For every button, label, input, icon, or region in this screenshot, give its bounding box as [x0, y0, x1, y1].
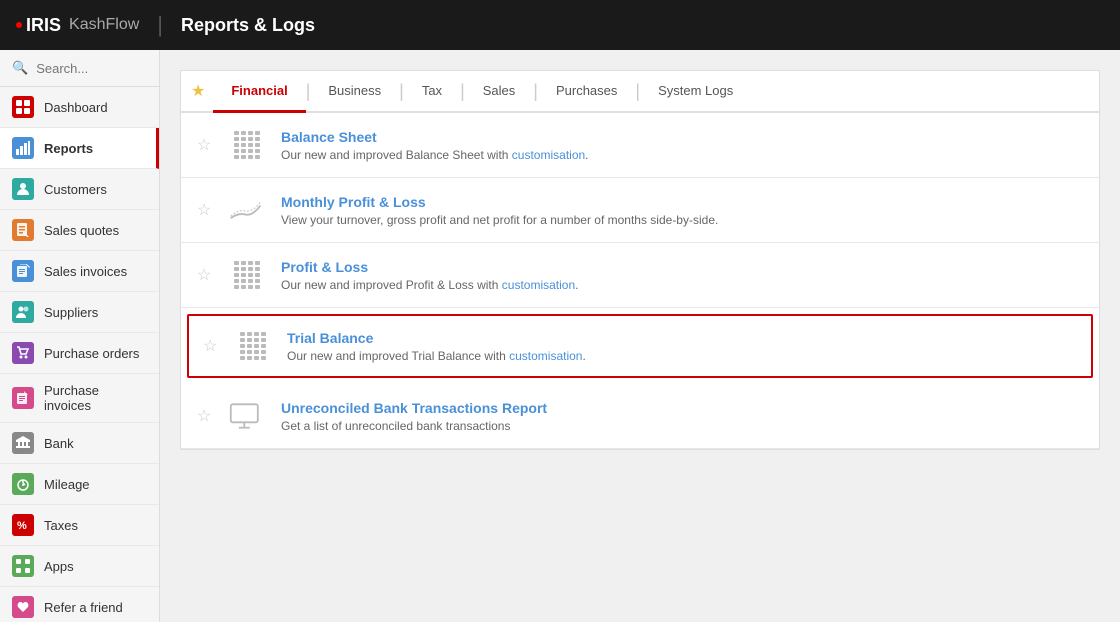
search-icon: 🔍 — [12, 60, 28, 76]
sidebar-item-refer[interactable]: Refer a friend — [0, 587, 159, 622]
star-icon[interactable]: ☆ — [197, 406, 213, 426]
favorite-star-icon[interactable]: ★ — [191, 81, 205, 101]
reports-icon — [12, 137, 34, 159]
iris-logo: IRIS — [16, 15, 61, 36]
star-icon[interactable]: ☆ — [197, 265, 213, 285]
sidebar-item-label: Suppliers — [44, 305, 98, 320]
search-input[interactable] — [36, 61, 147, 76]
report-row-profit-loss[interactable]: ☆ Profit & Loss Our new and improved Pro… — [181, 243, 1099, 308]
report-description: Our new and improved Profit & Loss with … — [281, 278, 1083, 292]
sidebar-item-mileage[interactable]: Mileage — [0, 464, 159, 505]
taxes-icon: % — [12, 514, 34, 536]
brand-dot — [16, 22, 22, 28]
sidebar-item-label: Mileage — [44, 477, 90, 492]
page-title: Reports & Logs — [181, 15, 315, 36]
report-title[interactable]: Monthly Profit & Loss — [281, 194, 1083, 210]
bank-icon — [12, 432, 34, 454]
customers-icon — [12, 178, 34, 200]
star-icon[interactable]: ☆ — [197, 135, 213, 155]
brand-separator: | — [157, 12, 163, 38]
brand: IRIS KashFlow | Reports & Logs — [16, 12, 315, 38]
sidebar-item-label: Purchase invoices — [44, 383, 147, 413]
customisation-link[interactable]: customisation — [502, 278, 575, 292]
report-title[interactable]: Balance Sheet — [281, 129, 1083, 145]
sidebar-item-reports[interactable]: Reports — [0, 128, 159, 169]
tab-system-logs[interactable]: System Logs — [640, 71, 751, 113]
sidebar-item-taxes[interactable]: % Taxes — [0, 505, 159, 546]
sidebar-item-bank[interactable]: Bank — [0, 423, 159, 464]
report-description: Our new and improved Balance Sheet with … — [281, 148, 1083, 162]
report-icon-monitor — [227, 398, 267, 434]
svg-text:%: % — [17, 520, 27, 532]
tabs-header: ★ Financial | Business | Tax | Sales | P… — [181, 71, 1099, 113]
tab-business[interactable]: Business — [310, 71, 399, 113]
sidebar-item-suppliers[interactable]: Suppliers — [0, 292, 159, 333]
main-content: ★ Financial | Business | Tax | Sales | P… — [160, 50, 1120, 622]
sidebar-item-label: Reports — [44, 141, 93, 156]
mileage-icon — [12, 473, 34, 495]
report-icon-grid — [227, 127, 267, 163]
sidebar-search[interactable]: 🔍 — [0, 50, 159, 87]
report-title[interactable]: Trial Balance — [287, 330, 1077, 346]
purchase-orders-icon — [12, 342, 34, 364]
brand-iris-text: IRIS — [26, 15, 61, 36]
sidebar-item-customers[interactable]: Customers — [0, 169, 159, 210]
report-description: Our new and improved Trial Balance with … — [287, 349, 1077, 363]
sidebar-item-label: Sales quotes — [44, 223, 119, 238]
sidebar-item-apps[interactable]: Apps — [0, 546, 159, 587]
sidebar-item-label: Dashboard — [44, 100, 108, 115]
sidebar-item-label: Taxes — [44, 518, 78, 533]
tab-sales[interactable]: Sales — [465, 71, 534, 113]
suppliers-icon — [12, 301, 34, 323]
tab-purchases[interactable]: Purchases — [538, 71, 635, 113]
sidebar-item-label: Apps — [44, 559, 74, 574]
sidebar-item-label: Sales invoices — [44, 264, 127, 279]
report-row-unreconciled-bank[interactable]: ☆ Unreconciled Bank Transactions Report … — [181, 384, 1099, 449]
main-layout: 🔍 Dashboard Reports Customers — [0, 50, 1120, 622]
sidebar-item-sales-invoices[interactable]: Sales invoices — [0, 251, 159, 292]
apps-icon — [12, 555, 34, 577]
report-row-trial-balance[interactable]: ☆ Trial Balance Our new and improved Tri… — [187, 314, 1093, 378]
report-description: View your turnover, gross profit and net… — [281, 213, 1083, 227]
report-row-balance-sheet[interactable]: ☆ Balance Sheet Our new and improved Bal… — [181, 113, 1099, 178]
report-title[interactable]: Profit & Loss — [281, 259, 1083, 275]
sidebar-item-label: Customers — [44, 182, 107, 197]
dashboard-icon — [12, 96, 34, 118]
sales-invoices-icon — [12, 260, 34, 282]
customisation-link[interactable]: customisation — [509, 349, 582, 363]
sidebar: 🔍 Dashboard Reports Customers — [0, 50, 160, 622]
star-icon[interactable]: ☆ — [203, 336, 219, 356]
customisation-link[interactable]: customisation — [512, 148, 585, 162]
tab-tax[interactable]: Tax — [404, 71, 460, 113]
purchase-invoices-icon — [12, 387, 34, 409]
report-text: Monthly Profit & Loss View your turnover… — [281, 194, 1083, 227]
sidebar-item-label: Purchase orders — [44, 346, 139, 361]
report-row-monthly-profit-loss[interactable]: ☆ Monthly Profit & Loss View your turnov… — [181, 178, 1099, 243]
sidebar-item-purchase-orders[interactable]: Purchase orders — [0, 333, 159, 374]
refer-icon — [12, 596, 34, 618]
report-text: Trial Balance Our new and improved Trial… — [287, 330, 1077, 363]
sidebar-item-label: Bank — [44, 436, 74, 451]
report-text: Balance Sheet Our new and improved Balan… — [281, 129, 1083, 162]
tabs-panel: ★ Financial | Business | Tax | Sales | P… — [180, 70, 1100, 450]
report-text: Profit & Loss Our new and improved Profi… — [281, 259, 1083, 292]
report-text: Unreconciled Bank Transactions Report Ge… — [281, 400, 1083, 433]
report-title[interactable]: Unreconciled Bank Transactions Report — [281, 400, 1083, 416]
sidebar-item-sales-quotes[interactable]: Sales quotes — [0, 210, 159, 251]
report-icon-grid — [227, 257, 267, 293]
star-icon[interactable]: ☆ — [197, 200, 213, 220]
report-icon-chart — [227, 192, 267, 228]
report-description: Get a list of unreconciled bank transact… — [281, 419, 1083, 433]
navbar: IRIS KashFlow | Reports & Logs — [0, 0, 1120, 50]
sales-quotes-icon — [12, 219, 34, 241]
report-icon-grid — [233, 328, 273, 364]
brand-app: KashFlow — [69, 16, 139, 34]
sidebar-item-dashboard[interactable]: Dashboard — [0, 87, 159, 128]
sidebar-item-label: Refer a friend — [44, 600, 123, 615]
sidebar-item-purchase-invoices[interactable]: Purchase invoices — [0, 374, 159, 423]
tab-financial[interactable]: Financial — [213, 71, 305, 113]
